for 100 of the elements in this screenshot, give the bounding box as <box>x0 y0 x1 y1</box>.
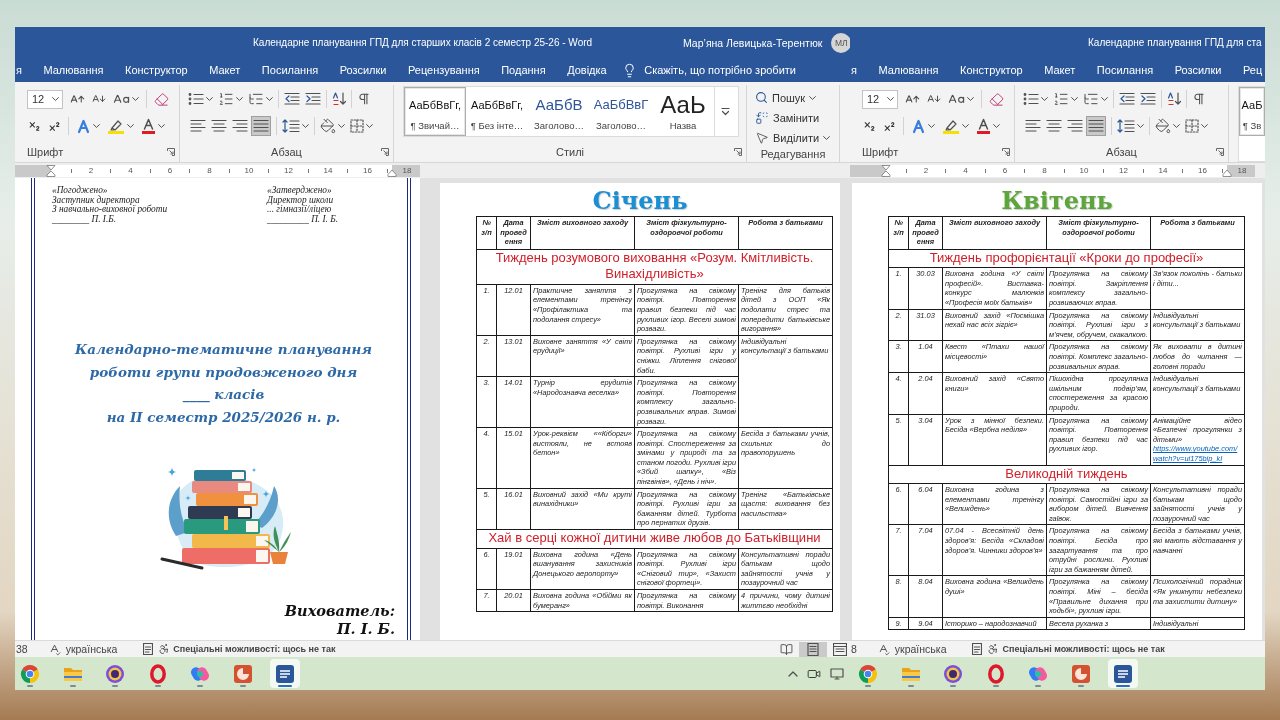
ruler-number: 4 <box>127 164 134 177</box>
ribbon-tab[interactable]: Посилання <box>1096 62 1154 78</box>
shading-button[interactable] <box>320 116 345 136</box>
accessibility-icon[interactable] <box>158 643 171 655</box>
document-icon <box>275 663 295 684</box>
caret-icon <box>928 124 935 128</box>
outdent-icon[interactable] <box>284 92 300 106</box>
pilcrow-icon[interactable] <box>1192 92 1206 106</box>
ribbon-tab[interactable]: Малювання <box>43 62 104 78</box>
ribbon-tab[interactable]: Макет <box>209 62 241 78</box>
ruler-number: 2 <box>922 164 930 177</box>
group-label: Стилі <box>556 145 584 159</box>
replace-button[interactable]: Замінити <box>755 108 820 127</box>
signature-name: П. І. Б. <box>336 620 395 638</box>
caret-icon <box>52 97 59 101</box>
document-icon[interactable] <box>972 643 983 655</box>
select-button[interactable]: Виділити <box>755 128 831 147</box>
approval-text: «Погоджено» Заступник директора З навчально-виховної роботи ________ П. І.Б. <box>52 186 168 225</box>
paint-bucket-icon <box>320 118 336 134</box>
ruler-number: 12 <box>283 164 294 177</box>
justify-button[interactable] <box>1086 116 1106 136</box>
justify-button[interactable] <box>251 116 271 136</box>
outdent-icon[interactable] <box>1119 92 1135 106</box>
ruler-number: 8 <box>206 164 213 177</box>
font-color-button[interactable] <box>976 116 1000 136</box>
indent-marker-icon[interactable] <box>881 164 891 177</box>
document-icon <box>1113 663 1133 684</box>
caret-icon <box>302 124 309 128</box>
cover-title: Календарно-тематичне планування роботи групи продовженого дня ____ класів на ІІ семестр 2025/2026 н. р. <box>74 340 373 427</box>
find-button[interactable]: Пошук <box>755 88 817 107</box>
ribbon-tab[interactable]: Розсилки <box>339 62 387 78</box>
font-color-icon <box>976 118 991 134</box>
ribbon-tab[interactable]: Подання <box>501 62 546 78</box>
ribbon-tab[interactable]: Конструктор <box>960 62 1023 78</box>
language-button[interactable]: українська <box>65 642 118 656</box>
highlighter-icon <box>107 118 125 134</box>
ribbon-tab[interactable]: Малювання <box>878 62 939 78</box>
month-title: Січень <box>592 188 688 214</box>
chevron-up-icon[interactable] <box>788 670 798 677</box>
web-layout-button[interactable] <box>830 641 850 657</box>
align-left-icon <box>190 119 206 133</box>
ribbon-tab[interactable]: Розсилки <box>1174 62 1222 78</box>
group-label: Абзац <box>271 145 302 159</box>
taskbar-app-button[interactable] <box>1108 659 1138 688</box>
font-color-icon <box>141 118 156 134</box>
highlighter-icon <box>942 118 960 134</box>
accessibility-status[interactable]: Спеціальні можливості: щось не так <box>173 642 336 656</box>
monitor-icon[interactable] <box>830 667 844 680</box>
taskbar-app-button[interactable] <box>270 659 300 688</box>
indent-icon[interactable] <box>305 92 321 106</box>
indent-icon[interactable] <box>1140 92 1156 106</box>
user-avatar[interactable]: МЛ <box>831 32 850 53</box>
page-number: 38 <box>16 642 28 656</box>
section-title: Великодній тиждень <box>888 465 1245 484</box>
sort-icon[interactable] <box>332 92 346 106</box>
subscript-icon[interactable] <box>863 119 876 133</box>
dialog-launcher-icon[interactable] <box>1216 148 1224 156</box>
ribbon-tab[interactable]: Рец <box>1242 62 1263 78</box>
eraser-icon[interactable] <box>154 91 169 107</box>
dialog-launcher-icon[interactable] <box>1002 148 1010 156</box>
ribbon-tab[interactable]: Посилання <box>261 62 319 78</box>
superscript-icon[interactable] <box>48 119 61 133</box>
borders-button[interactable] <box>350 116 373 136</box>
dialog-launcher-icon[interactable] <box>381 148 389 156</box>
print-layout-button[interactable] <box>799 641 827 657</box>
ribbon-tab[interactable]: Макет <box>1044 62 1076 78</box>
sort-icon[interactable] <box>1167 92 1181 106</box>
window-title: Календарне планування ГПД для ста <box>1088 37 1262 48</box>
accessibility-icon[interactable] <box>987 643 1000 655</box>
shading-button[interactable] <box>1155 116 1180 136</box>
superscript-icon[interactable] <box>883 119 896 133</box>
ribbon-tab[interactable]: Рецензування <box>407 62 480 78</box>
bullet-list-icon <box>1023 92 1039 106</box>
borders-button[interactable] <box>1185 116 1208 136</box>
ruler-number: 2 <box>87 164 95 177</box>
align-right-icon <box>1067 119 1083 133</box>
pilcrow-icon[interactable] <box>357 92 371 106</box>
dialog-launcher-icon[interactable] <box>167 148 175 156</box>
align-left-icon <box>1025 119 1041 133</box>
caret-icon <box>962 124 969 128</box>
ribbon-tab[interactable]: я <box>851 62 857 78</box>
eraser-icon[interactable] <box>989 91 1004 107</box>
style-tile[interactable]: АаБ ¶ Зв <box>1239 87 1265 136</box>
document-icon[interactable] <box>143 643 154 655</box>
accessibility-status[interactable]: Спеціальні можливості: щось не так <box>1002 642 1165 656</box>
group-label: Абзац <box>1106 145 1137 159</box>
language-button[interactable]: українська <box>894 642 947 656</box>
indent-marker-icon[interactable] <box>46 164 56 177</box>
style-tile[interactable]: АаБбВвГг, ¶ Звичай… <box>404 87 466 136</box>
replace-icon <box>755 110 769 125</box>
subscript-icon[interactable] <box>28 119 41 133</box>
ribbon-tab[interactable]: Конструктор <box>125 62 188 78</box>
ribbon-tab[interactable]: я <box>16 62 22 78</box>
dialog-launcher-icon[interactable] <box>734 148 742 156</box>
ruler-number: 4 <box>962 164 969 177</box>
font-size-field[interactable]: 12 <box>862 89 898 109</box>
tell-me-search[interactable]: Скажіть, що потрібно зробити <box>622 62 796 78</box>
font-color-button[interactable] <box>141 116 165 136</box>
font-size-field[interactable]: 12 <box>27 89 63 109</box>
ribbon-tab[interactable]: Довідка <box>567 62 607 78</box>
